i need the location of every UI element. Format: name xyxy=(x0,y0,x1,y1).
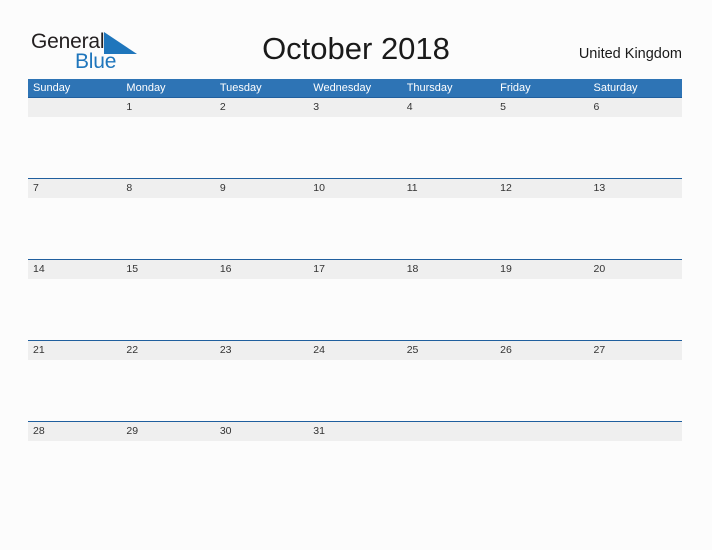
day-cell[interactable]: 24 xyxy=(308,341,401,360)
day-cell[interactable]: 31 xyxy=(308,422,401,441)
weekday-header-thursday: Thursday xyxy=(406,82,453,94)
day-cell[interactable]: 22 xyxy=(121,341,214,360)
day-cell[interactable]: 10 xyxy=(308,179,401,198)
country-label: United Kingdom xyxy=(578,46,682,62)
day-cell[interactable]: 2 xyxy=(215,98,308,117)
weekday-header-wednesday: Wednesday xyxy=(313,82,372,94)
week-date-band: 14 15 16 17 18 19 20 xyxy=(28,259,682,279)
day-cell[interactable] xyxy=(589,422,682,441)
day-cell[interactable]: 26 xyxy=(495,341,588,360)
day-cell[interactable]: 25 xyxy=(402,341,495,360)
day-cell[interactable]: 8 xyxy=(121,179,214,198)
day-cell[interactable]: 6 xyxy=(589,98,682,117)
day-cell[interactable] xyxy=(495,422,588,441)
day-cell[interactable]: 17 xyxy=(308,260,401,279)
day-cell[interactable]: 3 xyxy=(308,98,401,117)
week-row: 14 15 16 17 18 19 20 xyxy=(28,259,682,340)
weekday-header-tuesday: Tuesday xyxy=(219,82,262,94)
weekday-header-sunday: Sunday xyxy=(33,82,71,94)
weekday-header-friday: Friday xyxy=(500,82,531,94)
week-notes-area[interactable] xyxy=(28,117,682,177)
week-row: 7 8 9 10 11 12 13 xyxy=(28,178,682,259)
calendar-page: General Blue October 2018 United Kingdom… xyxy=(0,0,712,550)
week-date-band: 21 22 23 24 25 26 27 xyxy=(28,340,682,360)
day-cell[interactable]: 19 xyxy=(495,260,588,279)
week-date-band: 7 8 9 10 11 12 13 xyxy=(28,178,682,198)
page-header: General Blue October 2018 United Kingdom xyxy=(0,0,712,78)
weekday-header-monday: Monday xyxy=(126,82,166,94)
day-cell[interactable]: 1 xyxy=(121,98,214,117)
day-cell[interactable]: 14 xyxy=(28,260,121,279)
week-date-band: 1 2 3 4 5 6 xyxy=(28,97,682,117)
week-date-band: 28 29 30 31 xyxy=(28,421,682,441)
day-cell[interactable]: 23 xyxy=(215,341,308,360)
week-notes-area[interactable] xyxy=(28,441,682,501)
day-cell[interactable] xyxy=(28,98,121,117)
day-cell[interactable]: 15 xyxy=(121,260,214,279)
week-notes-area[interactable] xyxy=(28,360,682,420)
weekday-header-saturday: Saturday xyxy=(593,82,638,94)
calendar-table: Sunday Monday Tuesday Wednesday Thursday… xyxy=(28,79,682,502)
day-cell[interactable]: 9 xyxy=(215,179,308,198)
week-row: 1 2 3 4 5 6 xyxy=(28,97,682,178)
day-cell[interactable]: 11 xyxy=(402,179,495,198)
day-cell[interactable]: 5 xyxy=(495,98,588,117)
day-cell[interactable]: 27 xyxy=(589,341,682,360)
day-cell[interactable]: 18 xyxy=(402,260,495,279)
day-cell[interactable]: 30 xyxy=(215,422,308,441)
day-cell[interactable]: 28 xyxy=(28,422,121,441)
day-cell[interactable]: 7 xyxy=(28,179,121,198)
day-cell[interactable]: 20 xyxy=(589,260,682,279)
day-cell[interactable] xyxy=(402,422,495,441)
week-notes-area[interactable] xyxy=(28,279,682,339)
day-cell[interactable]: 12 xyxy=(495,179,588,198)
weekday-header-row: Sunday Monday Tuesday Wednesday Thursday… xyxy=(28,79,682,97)
day-cell[interactable]: 29 xyxy=(121,422,214,441)
week-notes-area[interactable] xyxy=(28,198,682,258)
day-cell[interactable]: 13 xyxy=(589,179,682,198)
day-cell[interactable]: 21 xyxy=(28,341,121,360)
week-row: 28 29 30 31 xyxy=(28,421,682,502)
day-cell[interactable]: 4 xyxy=(402,98,495,117)
day-cell[interactable]: 16 xyxy=(215,260,308,279)
week-row: 21 22 23 24 25 26 27 xyxy=(28,340,682,421)
